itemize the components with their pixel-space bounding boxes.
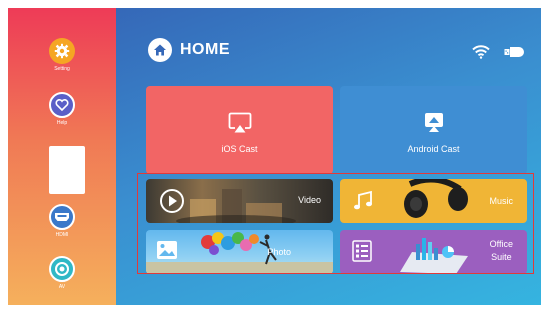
hdmi-icon [49, 204, 75, 230]
page-title: HOME [180, 41, 230, 58]
gear-icon [49, 38, 75, 64]
sidebar-item-hdmi[interactable]: HDMI [42, 204, 82, 238]
sidebar-item-label: Help [56, 120, 68, 126]
sidebar-item-label: HDMI [55, 232, 69, 238]
av-icon [49, 256, 75, 282]
home-screen: Setting Help HDMI AV HOME iOS Cast Andro… [0, 0, 549, 315]
usb-icon [504, 45, 526, 64]
sidebar-item-av[interactable]: AV [42, 256, 82, 290]
android-cast-label: Android Cast [407, 144, 460, 154]
selection-highlight [137, 173, 534, 274]
home-icon [148, 38, 172, 62]
screen-mirror-icon [228, 112, 252, 139]
sidebar-item-help[interactable]: Help [42, 92, 82, 126]
android-cast-tile[interactable]: Android Cast [340, 86, 527, 174]
sidebar-item-label: Setting [54, 66, 70, 72]
cast-icon [424, 112, 444, 139]
wifi-icon [472, 45, 490, 64]
sidebar: Setting Help HDMI AV [8, 8, 116, 305]
blank-card [49, 146, 85, 194]
ios-cast-tile[interactable]: iOS Cast [146, 86, 333, 174]
sidebar-item-label: AV [58, 284, 66, 290]
sidebar-item-setting[interactable]: Setting [42, 38, 82, 72]
heart-icon [49, 92, 75, 118]
ios-cast-label: iOS Cast [221, 144, 258, 154]
